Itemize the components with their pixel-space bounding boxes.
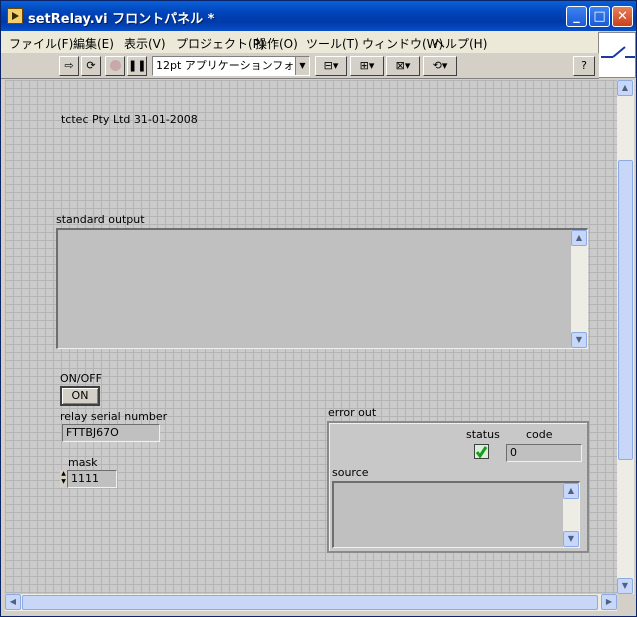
- scroll-up-icon[interactable]: ▲: [563, 483, 579, 499]
- toolbar: ⇨ ⟳ ❚❚ 12pt アプリケーションフォント ▼ ⊟▾ ⊞▾ ⊠▾ ⟲▾ ?: [1, 53, 599, 79]
- maximize-button[interactable]: □: [589, 6, 610, 27]
- status-check-icon[interactable]: [474, 444, 489, 459]
- abort-icon[interactable]: [105, 56, 125, 76]
- horizontal-scrollbar[interactable]: ◀ ▶: [5, 594, 617, 611]
- scroll-down-icon[interactable]: ▼: [571, 332, 587, 348]
- vertical-scrollbar[interactable]: ▲ ▼: [617, 80, 634, 594]
- mask-field[interactable]: 1111: [67, 470, 117, 488]
- pause-icon[interactable]: ❚❚: [127, 56, 147, 76]
- source-scrollbar[interactable]: ▲ ▼: [563, 483, 579, 547]
- code-field[interactable]: 0: [506, 444, 582, 462]
- mask-increment-icon[interactable]: ▲ ▼: [60, 470, 67, 488]
- status-label: status: [466, 428, 500, 441]
- mask-label: mask: [68, 456, 98, 469]
- labview-window: setRelay.vi フロントパネル * _ □ ✕ ファイル(F) 編集(E…: [0, 0, 637, 617]
- scroll-down-icon[interactable]: ▼: [563, 531, 579, 547]
- vertical-scroll-thumb[interactable]: [618, 160, 633, 460]
- run-arrow-icon[interactable]: ⇨: [59, 56, 79, 76]
- standard-output-indicator[interactable]: ▲ ▼: [56, 228, 588, 349]
- onoff-button[interactable]: ON: [60, 386, 100, 406]
- source-field[interactable]: ▲ ▼: [332, 481, 580, 548]
- scroll-right-icon[interactable]: ▶: [601, 594, 617, 610]
- menu-operate[interactable]: 操作(O): [255, 35, 298, 52]
- code-label: code: [526, 428, 553, 441]
- menu-file[interactable]: ファイル(F): [9, 35, 73, 52]
- menu-tools[interactable]: ツール(T): [306, 35, 359, 52]
- standard-output-label: standard output: [56, 213, 145, 226]
- run-continuously-icon[interactable]: ⟳: [81, 56, 101, 76]
- front-panel-canvas[interactable]: tctec Pty Ltd 31-01-2008 standard output…: [5, 80, 617, 594]
- title-bar[interactable]: setRelay.vi フロントパネル * _ □ ✕: [1, 1, 636, 31]
- serial-label: relay serial number: [60, 410, 168, 423]
- distribute-objects-icon[interactable]: ⊞▾: [350, 56, 384, 76]
- vi-connector-icon[interactable]: [598, 32, 636, 78]
- menu-window[interactable]: ウィンドウ(W): [362, 35, 443, 52]
- menu-help[interactable]: ヘルプ(H): [433, 35, 487, 52]
- chevron-down-icon: ▼: [295, 57, 309, 75]
- menu-project[interactable]: プロジェクト(P): [176, 35, 265, 52]
- font-select[interactable]: 12pt アプリケーションフォント ▼: [152, 56, 310, 76]
- error-out-cluster: status code 0 source ▲ ▼: [327, 421, 589, 553]
- menu-edit[interactable]: 編集(E): [73, 35, 114, 52]
- error-out-label: error out: [328, 406, 377, 419]
- font-select-value: 12pt アプリケーションフォント: [156, 59, 310, 72]
- menu-bar: ファイル(F) 編集(E) 表示(V) プロジェクト(P) 操作(O) ツール(…: [1, 31, 599, 53]
- scroll-left-icon[interactable]: ◀: [5, 594, 21, 610]
- window-title: setRelay.vi フロントパネル *: [28, 12, 215, 27]
- caption-text: tctec Pty Ltd 31-01-2008: [61, 113, 198, 126]
- onoff-label: ON/OFF: [60, 372, 102, 385]
- help-icon[interactable]: ?: [573, 56, 595, 76]
- vi-icon: [7, 8, 23, 24]
- horizontal-scroll-thumb[interactable]: [22, 595, 598, 610]
- resize-objects-icon[interactable]: ⊠▾: [386, 56, 420, 76]
- serial-field[interactable]: FTTBJ67O: [62, 424, 160, 442]
- close-button[interactable]: ✕: [612, 6, 633, 27]
- scroll-down-icon[interactable]: ▼: [617, 578, 633, 594]
- scroll-up-icon[interactable]: ▲: [617, 80, 633, 96]
- source-label: source: [332, 466, 369, 479]
- minimize-button[interactable]: _: [566, 6, 587, 27]
- standard-output-scrollbar[interactable]: ▲ ▼: [571, 230, 587, 348]
- reorder-icon[interactable]: ⟲▾: [423, 56, 457, 76]
- align-objects-icon[interactable]: ⊟▾: [315, 56, 347, 76]
- scroll-up-icon[interactable]: ▲: [571, 230, 587, 246]
- menu-view[interactable]: 表示(V): [124, 35, 166, 52]
